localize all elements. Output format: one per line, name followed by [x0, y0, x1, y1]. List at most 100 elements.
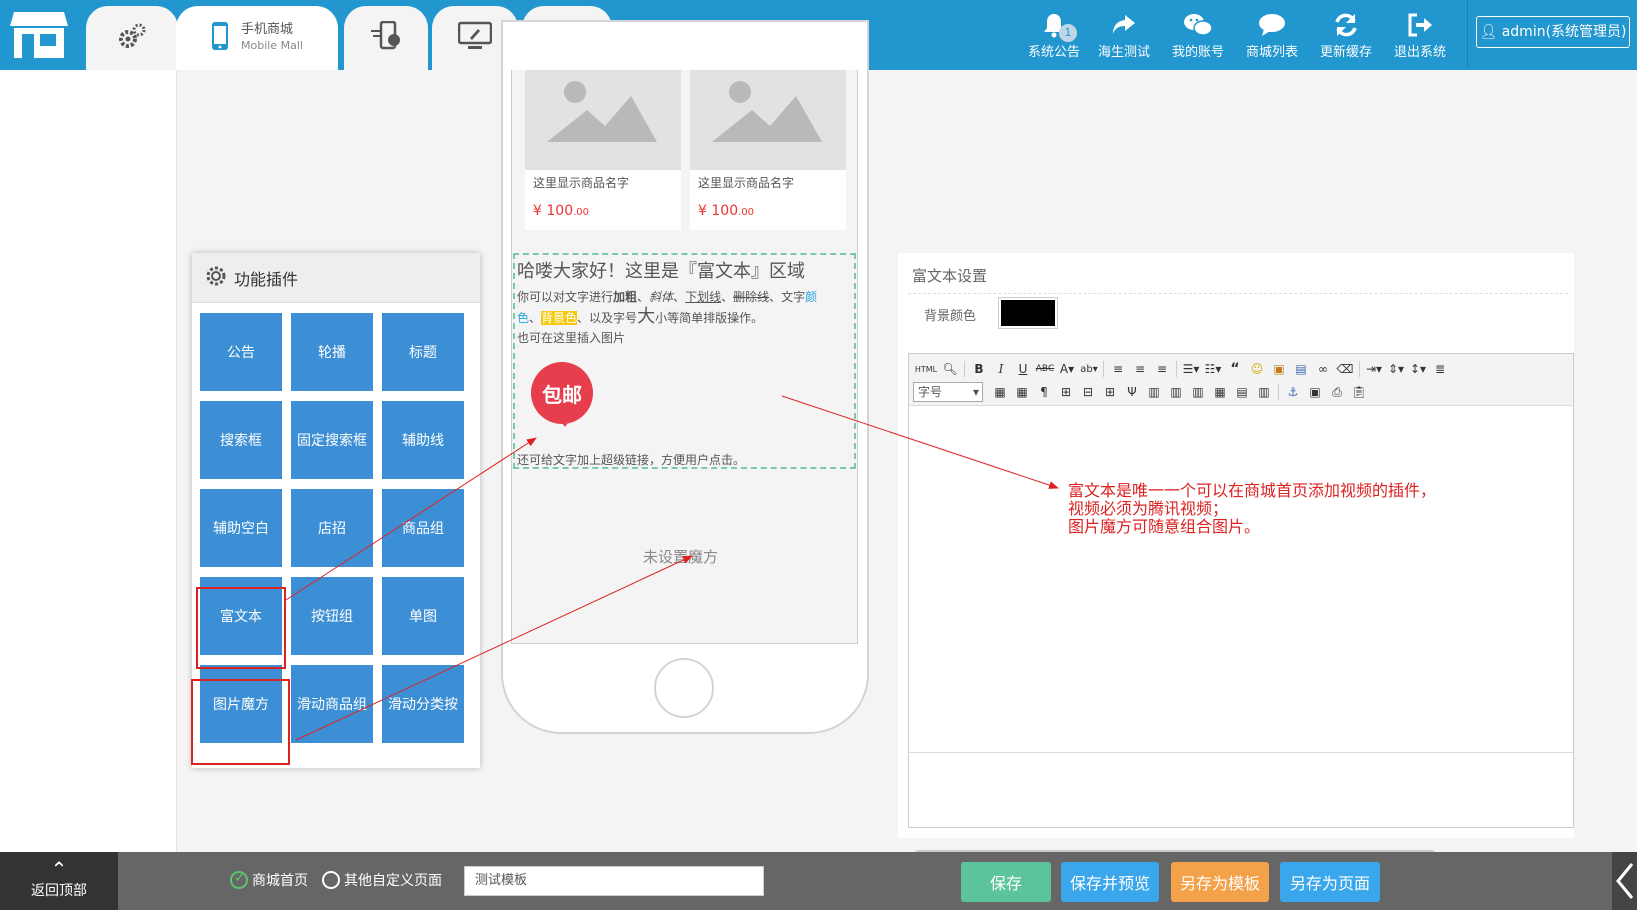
ordered-list-icon[interactable]: ☰▾	[1180, 360, 1202, 378]
nav-announcement[interactable]: 1 系统公告	[1021, 8, 1087, 64]
radio-mall-home-label: 商城首页	[252, 873, 308, 889]
rich-text-editor[interactable]: HTML 🔍︎ B I U ABC A▾ ab▾ ≡ ≡ ≡ ☰▾ ☷▾ “ ☺…	[908, 353, 1574, 828]
tab-phone-cart[interactable]	[344, 6, 428, 70]
align-left-icon[interactable]: ≡	[1107, 360, 1129, 378]
align-right-icon[interactable]: ≡	[1151, 360, 1173, 378]
bold-icon[interactable]: B	[968, 360, 990, 378]
highlight-color-icon[interactable]: ab▾	[1078, 360, 1100, 378]
font-color-icon[interactable]: A▾	[1056, 360, 1078, 378]
delete-table-icon[interactable]: ▦	[1011, 383, 1033, 401]
radio-mall-home[interactable]: 商城首页	[230, 870, 308, 890]
richtext-block[interactable]: 哈喽大家好！这里是『富文本』区域 你可以对文字进行加粗、斜体、下划线、删除线、文…	[513, 253, 856, 469]
logout-icon	[1387, 12, 1453, 38]
radio-checked-icon[interactable]	[230, 870, 248, 889]
video-icon[interactable]: ▤	[1290, 360, 1312, 378]
toolbar-separator	[964, 361, 965, 377]
anchor-icon[interactable]: ⚓	[1282, 383, 1304, 401]
split-rows-icon[interactable]: ▤	[1231, 383, 1253, 401]
plugin-button[interactable]: 公告	[200, 313, 282, 391]
link-icon[interactable]: ∞	[1312, 360, 1334, 378]
split-cells-icon[interactable]: ▦	[1209, 383, 1231, 401]
html-source-button[interactable]: HTML	[913, 360, 939, 378]
back-to-top-button[interactable]: ⌃ 返回顶部	[0, 852, 118, 910]
insert-row-icon[interactable]: ⊞	[1055, 383, 1077, 401]
eraser-icon[interactable]: ⌫	[1334, 360, 1356, 378]
mofang-placeholder[interactable]: 未设置魔方	[643, 546, 718, 567]
image-icon[interactable]: ▣	[1268, 360, 1290, 378]
product-card[interactable]: 这里显示商品名字 ¥ 100.00	[525, 70, 681, 230]
collapse-panel-button[interactable]	[1612, 852, 1637, 910]
save-as-template-button[interactable]: 另存为模板	[1171, 862, 1269, 902]
unordered-list-icon[interactable]: ☷▾	[1202, 360, 1224, 378]
template-name-input[interactable]: 测试模板	[464, 866, 764, 896]
plugin-button[interactable]: 商品组	[382, 489, 464, 567]
mofang-highlight-box	[191, 679, 290, 765]
split-cols-icon[interactable]: ▥	[1253, 383, 1275, 401]
plugin-button[interactable]: 标题	[382, 313, 464, 391]
plugin-button[interactable]: 搜索框	[200, 401, 282, 479]
preview-icon[interactable]: 🔍︎	[939, 360, 961, 378]
plugin-button[interactable]: 轮播	[291, 313, 373, 391]
product-name: 这里显示商品名字	[698, 176, 795, 190]
nav-haisheng-test-label: 海生测试	[1097, 45, 1150, 60]
plugin-button[interactable]: 滑动商品组	[291, 665, 373, 743]
toolbar-separator	[1278, 384, 1279, 400]
product-card[interactable]: 这里显示商品名字 ¥ 100.00	[690, 70, 846, 230]
plugin-button[interactable]: 固定搜索框	[291, 401, 373, 479]
nav-logout[interactable]: 退出系统	[1387, 8, 1453, 64]
tab-mobile-mall[interactable]: 手机商城 Mobile Mall	[176, 6, 338, 70]
merge-right-icon[interactable]: ▥	[1165, 383, 1187, 401]
blockquote-icon[interactable]: “	[1224, 360, 1246, 378]
toolbar-separator	[1176, 361, 1177, 377]
nav-divider	[1467, 0, 1468, 66]
plugin-button[interactable]: 单图	[382, 577, 464, 655]
toolbar-row-1: HTML 🔍︎ B I U ABC A▾ ab▾ ≡ ≡ ≡ ☰▾ ☷▾ “ ☺…	[913, 358, 1451, 380]
delete-row-icon[interactable]: ⊟	[1077, 383, 1099, 401]
indent-icon[interactable]: ⇥▾	[1363, 360, 1385, 378]
more-format-icon[interactable]: ≣	[1429, 360, 1451, 378]
paragraph-spacing-icon[interactable]: ⇕▾	[1385, 360, 1407, 378]
radio-custom-page-label: 其他自定义页面	[344, 873, 442, 889]
insert-paragraph-icon[interactable]: ¶	[1033, 383, 1055, 401]
insert-col-icon[interactable]: ⊞	[1099, 383, 1121, 401]
nav-mall-list[interactable]: 商城列表	[1239, 8, 1305, 64]
strikethrough-icon[interactable]: ABC	[1034, 360, 1056, 378]
underline-icon[interactable]: U	[1012, 360, 1034, 378]
phone-home-button	[654, 658, 714, 718]
nav-haisheng-test[interactable]: 海生测试	[1091, 8, 1157, 64]
merge-cells-icon[interactable]: ▥	[1143, 383, 1165, 401]
delete-col-icon[interactable]: Ψ	[1121, 383, 1143, 401]
nav-mall-list-label: 商城列表	[1245, 45, 1298, 60]
tab-settings[interactable]	[86, 6, 178, 70]
line-height-icon[interactable]: ↕▾	[1407, 360, 1429, 378]
richtext-link-text: 还可给文字加上超级链接，方便用户点击。	[517, 453, 746, 467]
print-icon[interactable]: ⎙	[1326, 383, 1348, 401]
plugin-button[interactable]: 辅助空白	[200, 489, 282, 567]
plugin-button[interactable]: 滑动分类按	[382, 665, 464, 743]
template-icon[interactable]: ▣	[1304, 383, 1326, 401]
store-logo-icon[interactable]	[10, 8, 68, 60]
font-size-select[interactable]: 字号 ▾	[913, 382, 983, 402]
plugin-button[interactable]: 辅助线	[382, 401, 464, 479]
chevron-left-icon	[1616, 863, 1634, 899]
nav-my-account-label: 我的账号	[1171, 45, 1224, 60]
insert-table-icon[interactable]: ▦	[989, 383, 1011, 401]
bg-color-picker[interactable]	[998, 297, 1058, 329]
save-preview-button[interactable]: 保存并预览	[1061, 862, 1159, 902]
plugin-button[interactable]: 按钮组	[291, 577, 373, 655]
italic-icon[interactable]: I	[990, 360, 1012, 378]
emoji-icon[interactable]: ☺	[1246, 360, 1268, 378]
paste-icon[interactable]: 📋︎	[1348, 383, 1370, 401]
admin-account-button[interactable]: 👤︎ admin(系统管理员)	[1476, 16, 1630, 48]
radio-unchecked-icon[interactable]	[322, 871, 340, 889]
nav-refresh-cache[interactable]: 更新缓存	[1313, 8, 1379, 64]
nav-my-account[interactable]: 我的账号	[1165, 8, 1231, 64]
plugin-button[interactable]: 店招	[291, 489, 373, 567]
chat-bubbles-icon	[1239, 12, 1305, 38]
phone-cart-icon	[369, 20, 403, 55]
save-button[interactable]: 保存	[961, 862, 1051, 902]
align-center-icon[interactable]: ≡	[1129, 360, 1151, 378]
radio-custom-page[interactable]: 其他自定义页面	[322, 870, 442, 890]
merge-down-icon[interactable]: ▥	[1187, 383, 1209, 401]
save-as-page-button[interactable]: 另存为页面	[1280, 862, 1380, 902]
